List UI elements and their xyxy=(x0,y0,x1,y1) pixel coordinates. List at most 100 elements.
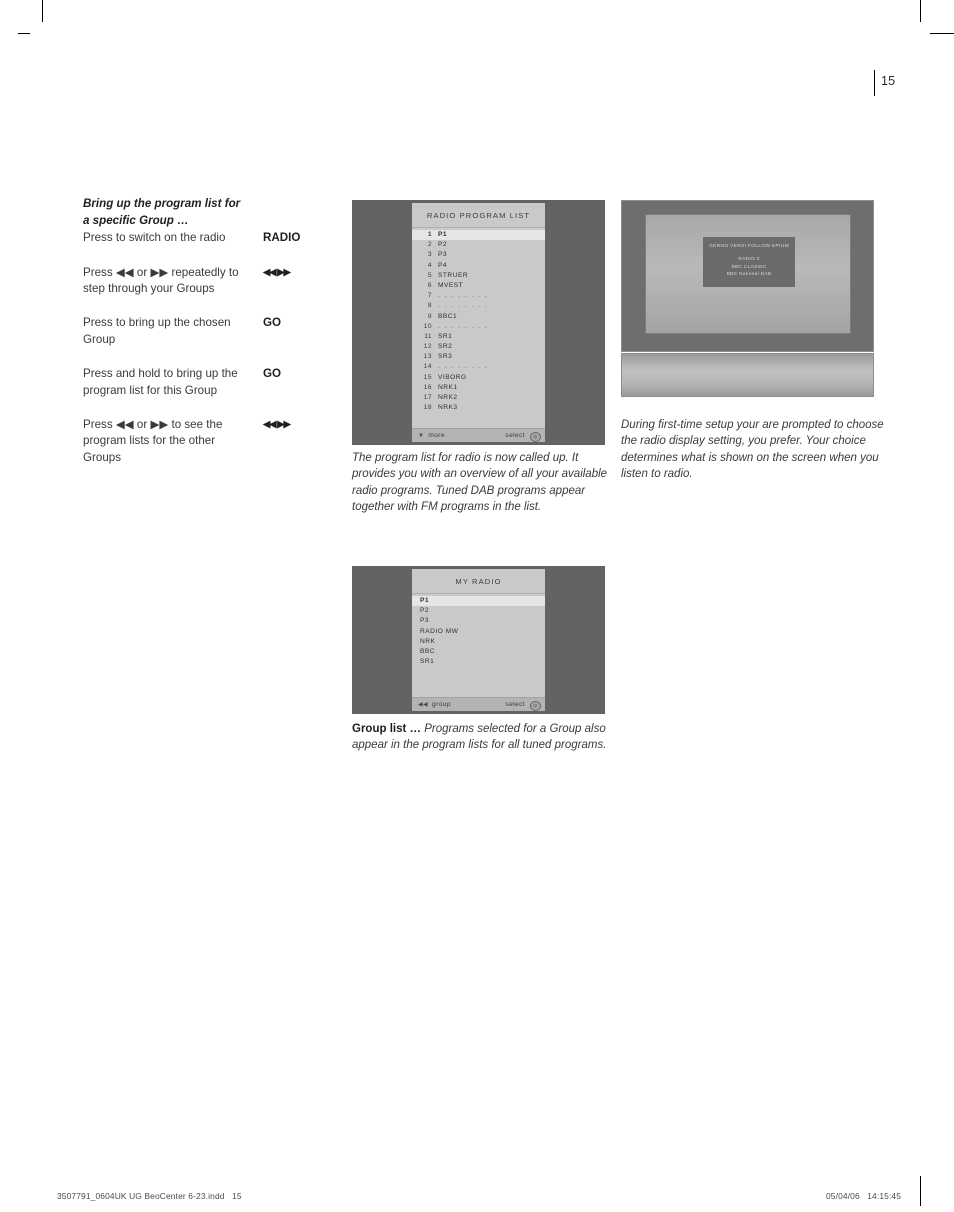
page-number-rule xyxy=(874,70,875,96)
instruction-text: Press ◀◀ or ▶▶ repeatedly to step throug… xyxy=(83,265,239,295)
group-list-row[interactable]: NRK xyxy=(412,637,545,647)
program-name: MVEST xyxy=(438,281,464,289)
program-number: 14 xyxy=(423,363,432,371)
more-label: more xyxy=(428,432,445,439)
program-list-row[interactable]: 15 VIBORG xyxy=(412,373,545,383)
tv-body: GERNO VERSI FOLLOW EPIUM RADIO 3 BBC CLA… xyxy=(621,200,874,352)
radio-program-list-screenshot: RADIO PROGRAM LIST 1 P1 2 P2 3 P3 4 P4 5 STRUER 6 M… xyxy=(352,200,605,445)
program-list-row[interactable]: 14 . . . . . . . . xyxy=(412,362,545,372)
group-program-name: RADIO MW xyxy=(420,627,459,635)
program-list-row[interactable]: 1 P1 xyxy=(412,230,545,241)
osd-header-text: GERNO VERSI FOLLOW EPIUM xyxy=(709,244,789,249)
program-name: . . . . . . . . xyxy=(438,292,488,300)
instruction-text: Press and hold to bring up the program l… xyxy=(83,367,238,397)
my-radio-footer-bar: ◀◀ group select ◎ xyxy=(412,697,545,711)
select-label[interactable]: select xyxy=(505,432,525,439)
program-number: 16 xyxy=(423,383,432,391)
osd-line-2: BBC CLASSIC xyxy=(731,264,767,270)
program-list-row[interactable]: 4 P4 xyxy=(412,261,545,271)
program-list-row[interactable]: 8 . . . . . . . . xyxy=(412,301,545,311)
crop-mark-bottom-right-vertical xyxy=(920,1176,921,1206)
group-list-row[interactable]: BBC xyxy=(412,647,545,657)
program-list-row[interactable]: 17 NRK2 xyxy=(412,393,545,403)
program-list-row[interactable]: 12 SR2 xyxy=(412,342,545,352)
program-number: 10 xyxy=(423,322,432,330)
group-program-name: SR1 xyxy=(420,658,435,666)
instruction-key-other-arrows: ◀◀ ▶▶ xyxy=(263,419,291,431)
instruction-text: Press to switch on the radio xyxy=(83,231,226,245)
program-name: NRK1 xyxy=(438,383,458,391)
tv-display-caption: During first-time setup your are prompte… xyxy=(621,419,884,481)
osd-line-3: BBC National DAB xyxy=(726,272,772,277)
group-program-name: P1 xyxy=(420,597,430,604)
group-list-row[interactable]: P3 xyxy=(412,616,545,626)
program-name: . . . . . . . . xyxy=(438,363,488,371)
select-wheel-icon[interactable]: ◎ xyxy=(530,700,541,711)
program-number: 13 xyxy=(423,353,432,361)
program-list-row[interactable]: 7 . . . . . . . . xyxy=(412,291,545,301)
program-number: 18 xyxy=(423,404,432,412)
instruction-row-radio: Press to switch on the radio RADIO xyxy=(83,230,318,246)
instruction-row-step-groups: Press ◀◀ or ▶▶ repeatedly to step throug… xyxy=(83,265,318,298)
group-list-row[interactable]: P1 xyxy=(412,596,545,607)
instruction-key-radio: RADIO xyxy=(263,231,301,245)
program-list-row[interactable]: 3 P3 xyxy=(412,250,545,260)
group-program-name: BBC xyxy=(420,647,436,655)
radio-program-list-caption: The program list for radio is now called… xyxy=(352,452,608,514)
select-wheel-icon[interactable]: ◎ xyxy=(530,431,541,442)
radio-program-list-rows: 1 P1 2 P2 3 P3 4 P4 5 STRUER 6 MVEST 7 . . . . . . . … xyxy=(412,228,545,413)
program-list-row[interactable]: 2 P2 xyxy=(412,240,545,250)
program-name: P3 xyxy=(438,251,448,259)
instruction-heading-line2: a specific Group … xyxy=(83,213,189,227)
group-list-row[interactable]: RADIO MW xyxy=(412,627,545,637)
program-list-row[interactable]: 5 STRUER xyxy=(412,271,545,281)
program-number: 5 xyxy=(427,271,432,279)
program-list-row[interactable]: 18 NRK3 xyxy=(412,403,545,413)
program-name: BBC1 xyxy=(438,312,458,320)
program-number: 12 xyxy=(423,343,432,351)
program-number: 1 xyxy=(427,231,432,238)
group-list-row[interactable]: P2 xyxy=(412,606,545,616)
radio-program-list-panel: RADIO PROGRAM LIST 1 P1 2 P2 3 P3 4 P4 5 STRUER 6 M… xyxy=(412,203,545,442)
program-name: . . . . . . . . xyxy=(438,302,488,310)
program-number: 7 xyxy=(427,292,432,300)
program-list-row[interactable]: 13 SR3 xyxy=(412,352,545,362)
program-name: SR3 xyxy=(438,353,453,361)
program-number: 3 xyxy=(427,251,432,259)
osd-line-1: RADIO 3 xyxy=(738,257,760,262)
program-name: STRUER xyxy=(438,271,469,279)
more-button[interactable]: ▼ more xyxy=(418,432,445,439)
my-radio-rows: P1 P2 P3 RADIO MW NRK BBC SR1 xyxy=(412,594,545,667)
instruction-row-go-chosen-group: Press to bring up the chosen Group GO xyxy=(83,315,318,348)
chevron-down-icon: ▼ xyxy=(418,433,425,439)
program-list-row[interactable]: 9 BBC1 xyxy=(412,312,545,322)
program-number: 6 xyxy=(427,281,432,289)
program-list-row[interactable]: 11 SR1 xyxy=(412,332,545,342)
group-program-name: NRK xyxy=(420,637,436,645)
my-radio-caption: Group list … Programs selected for a Gro… xyxy=(352,721,610,754)
crop-mark-top-right-horizontal xyxy=(930,33,954,34)
program-number: 17 xyxy=(423,394,432,401)
radio-program-list-footer-bar: ▼ more select ◎ xyxy=(412,428,545,442)
program-name: SR2 xyxy=(438,343,453,351)
radio-program-list-title: RADIO PROGRAM LIST xyxy=(426,211,531,220)
program-name: VIBORG xyxy=(438,373,467,381)
program-list-row[interactable]: 6 MVEST xyxy=(412,281,545,291)
crop-mark-top-left-vertical xyxy=(42,0,43,22)
footer-timestamp: 05/04/06 14:15:45 xyxy=(826,1191,902,1201)
group-list-row[interactable]: SR1 xyxy=(412,657,545,667)
program-list-row[interactable]: 10 . . . . . . . . xyxy=(412,322,545,332)
program-list-row[interactable]: 16 NRK1 xyxy=(412,383,545,393)
group-button[interactable]: ◀◀ group xyxy=(418,701,451,708)
radio-display-osd: GERNO VERSI FOLLOW EPIUM RADIO 3 BBC CLA… xyxy=(703,237,795,287)
footer-filename: 3507791_0604UK UG BeoCenter 6-23.indd 15 xyxy=(57,1191,242,1201)
tv-screen: GERNO VERSI FOLLOW EPIUM RADIO 3 BBC CLA… xyxy=(645,214,851,334)
instruction-text: Press ◀◀ or ▶▶ to see the program lists … xyxy=(83,418,223,464)
instruction-column: Bring up the program list for a specific… xyxy=(83,196,318,484)
instruction-key-go-hold: GO xyxy=(263,367,282,381)
instruction-key-go: GO xyxy=(263,316,282,330)
group-label: group xyxy=(432,701,451,708)
program-number: 9 xyxy=(427,312,432,320)
my-radio-group-list-screenshot: MY RADIO P1 P2 P3 RADIO MW NRK BBC SR1 ◀◀ group… xyxy=(352,566,605,714)
select-label[interactable]: select xyxy=(505,701,525,708)
